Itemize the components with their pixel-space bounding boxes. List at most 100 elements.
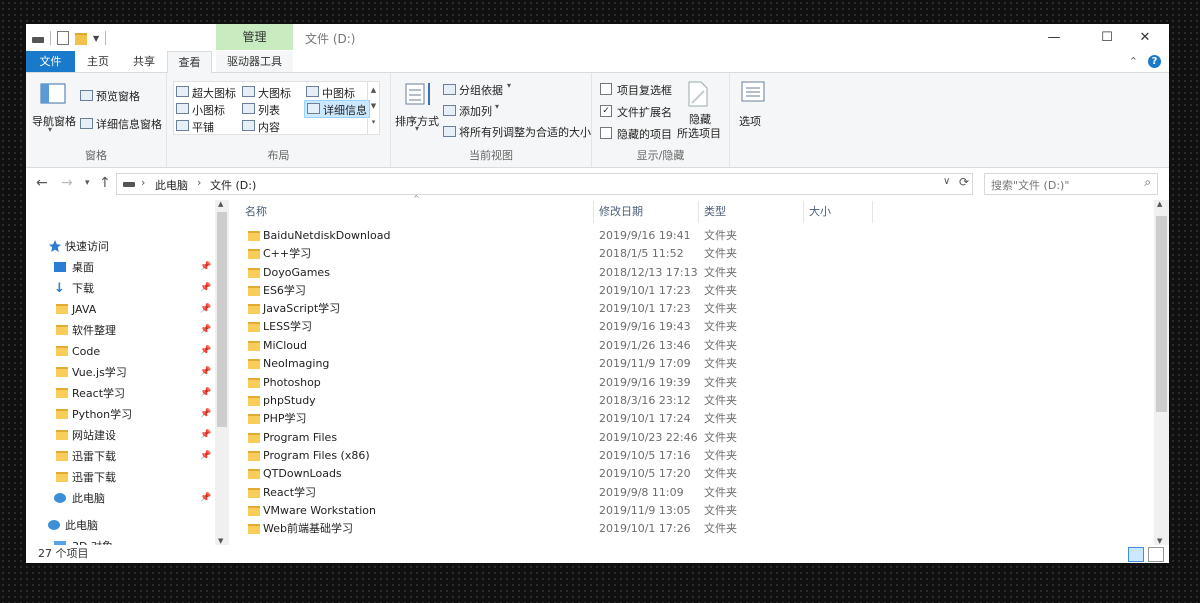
nav-item-xunlei-2[interactable]: 迅雷下载	[26, 467, 211, 488]
nav-item-downloads[interactable]: ↓ 下载 📌	[26, 278, 211, 299]
new-folder-icon[interactable]	[75, 33, 87, 45]
nav-quick-access[interactable]: 快速访问	[26, 236, 211, 257]
hidden-items-checkbox[interactable]	[600, 127, 612, 139]
file-row[interactable]: ES6学习 2019/10/1 17:23 文件夹	[238, 282, 954, 300]
nav-item-xunlei[interactable]: 迅雷下载 📌	[26, 446, 211, 467]
help-icon[interactable]: ?	[1148, 55, 1161, 68]
address-dropdown-icon[interactable]: ∨	[943, 176, 950, 187]
details-pane-button[interactable]: 详细信息窗格	[80, 115, 164, 131]
column-divider[interactable]	[872, 201, 873, 223]
column-divider[interactable]	[593, 201, 594, 223]
pin-icon[interactable]: 📌	[200, 383, 211, 404]
item-checkboxes-toggle[interactable]: 项目复选框	[600, 82, 682, 97]
nav-item-java[interactable]: JAVA 📌	[26, 299, 211, 320]
tab-drive-tools[interactable]: 驱动器工具	[216, 51, 293, 72]
file-list-scroll-thumb[interactable]	[1156, 216, 1167, 412]
fit-columns-button[interactable]: 将所有列调整为合适的大小	[443, 123, 591, 139]
large-icons-view-button[interactable]	[1148, 547, 1164, 562]
column-divider[interactable]	[803, 201, 804, 223]
group-by-button[interactable]: 分组依据 ▾	[443, 81, 533, 97]
nav-item-website[interactable]: 网站建设 📌	[26, 425, 211, 446]
column-type[interactable]: 类型	[704, 201, 726, 223]
file-row[interactable]: VMware Workstation 2019/11/9 13:05 文件夹	[238, 502, 954, 520]
nav-pane-scroll-thumb[interactable]	[217, 212, 227, 427]
hidden-items-toggle[interactable]: 隐藏的项目	[600, 126, 682, 141]
pin-icon[interactable]: 📌	[200, 404, 211, 425]
layout-gallery-scroll[interactable]: ▲ ▼ ▾	[367, 82, 379, 134]
collapse-ribbon-icon[interactable]: ⌃	[1129, 55, 1138, 68]
nav-pane-scrollbar[interactable]: ▲ ▼	[215, 200, 229, 545]
nav-item-software[interactable]: 软件整理 📌	[26, 320, 211, 341]
file-row[interactable]: DoyoGames 2018/12/13 17:13 文件夹	[238, 264, 954, 282]
file-row[interactable]: LESS学习 2019/9/16 19:43 文件夹	[238, 318, 954, 336]
file-row[interactable]: MiCloud 2019/1/26 13:46 文件夹	[238, 337, 954, 355]
pin-icon[interactable]: 📌	[200, 446, 211, 467]
pin-icon[interactable]: 📌	[200, 341, 211, 362]
address-bar[interactable]: › 此电脑 › 文件 (D:) ∨ ⟳	[116, 173, 973, 195]
nav-item-desktop[interactable]: 桌面 📌	[26, 257, 211, 278]
column-divider[interactable]	[698, 201, 699, 223]
column-size[interactable]: 大小	[809, 201, 831, 223]
minimize-button[interactable]: —	[1031, 24, 1077, 51]
tab-view[interactable]: 查看	[167, 51, 212, 73]
properties-icon[interactable]	[57, 31, 69, 45]
nav-item-vuejs[interactable]: Vue.js学习 📌	[26, 362, 211, 383]
file-row[interactable]: NeoImaging 2019/11/9 17:09 文件夹	[238, 355, 954, 373]
tab-file[interactable]: 文件	[26, 51, 75, 72]
file-row[interactable]: QTDownLoads 2019/10/5 17:20 文件夹	[238, 465, 954, 483]
scroll-up-icon[interactable]: ▲	[1157, 200, 1162, 208]
details-view-button[interactable]	[1128, 547, 1144, 562]
preview-pane-button[interactable]: 预览窗格	[80, 87, 160, 103]
up-button[interactable]: ↑	[99, 175, 111, 191]
layout-content[interactable]: 内容	[242, 117, 302, 134]
back-button[interactable]: ←	[36, 175, 48, 191]
layout-small-icons[interactable]: 小图标	[176, 100, 240, 117]
file-extensions-checkbox[interactable]: ✓	[600, 105, 612, 117]
file-row[interactable]: JavaScript学习 2019/10/1 17:23 文件夹	[238, 300, 954, 318]
nav-item-python[interactable]: Python学习 📌	[26, 404, 211, 425]
file-row[interactable]: PHP学习 2019/10/1 17:24 文件夹	[238, 410, 954, 428]
forward-button[interactable]: →	[61, 175, 73, 191]
hide-selected-button[interactable]: 隐藏 所选项目	[674, 79, 724, 141]
scroll-up-icon[interactable]: ▲	[218, 200, 223, 208]
pin-icon[interactable]: 📌	[200, 278, 211, 299]
nav-this-pc[interactable]: 此电脑	[26, 515, 211, 536]
layout-large-icons[interactable]: 大图标	[242, 83, 302, 100]
pin-icon[interactable]: 📌	[200, 320, 211, 341]
nav-item-code[interactable]: Code 📌	[26, 341, 211, 362]
scroll-down-icon[interactable]: ▼	[1157, 537, 1162, 545]
nav-3d-objects[interactable]: 3D 对象	[26, 536, 211, 545]
file-row[interactable]: phpStudy 2018/3/16 23:12 文件夹	[238, 392, 954, 410]
file-row[interactable]: Program Files (x86) 2019/10/5 17:16 文件夹	[238, 447, 954, 465]
pin-icon[interactable]: 📌	[200, 299, 211, 320]
refresh-icon[interactable]: ⟳	[959, 175, 969, 189]
file-row[interactable]: Photoshop 2019/9/16 19:39 文件夹	[238, 374, 954, 392]
customize-toolbar-icon[interactable]: ▼	[93, 34, 99, 43]
scroll-down-icon[interactable]: ▼	[218, 537, 223, 545]
close-button[interactable]: ✕	[1122, 24, 1168, 51]
file-row[interactable]: BaiduNetdiskDownload 2019/9/16 19:41 文件夹	[238, 227, 954, 245]
sort-by-button[interactable]: 排序方式 ▾	[395, 79, 443, 139]
breadcrumb-current[interactable]: 文件 (D:)	[210, 177, 256, 193]
file-list-scrollbar[interactable]: ▲ ▼	[1154, 200, 1169, 545]
options-button[interactable]: 选项	[734, 81, 774, 137]
file-row[interactable]: C++学习 2018/1/5 11:52 文件夹	[238, 245, 954, 263]
nav-item-react[interactable]: React学习 📌	[26, 383, 211, 404]
file-extensions-toggle[interactable]: ✓ 文件扩展名	[600, 104, 682, 119]
layout-list[interactable]: 列表	[242, 100, 302, 117]
file-row[interactable]: Web前端基础学习 2019/10/1 17:26 文件夹	[238, 520, 954, 538]
breadcrumb-this-pc[interactable]: 此电脑	[155, 177, 188, 193]
pin-icon[interactable]: 📌	[200, 488, 211, 509]
search-input[interactable]: 搜索"文件 (D:)" ⌕	[984, 173, 1158, 195]
layout-details[interactable]: 详细信息	[304, 100, 370, 118]
file-row[interactable]: Program Files 2019/10/23 22:46 文件夹	[238, 429, 954, 447]
nav-pane-button[interactable]: 导航窗格 ▾	[32, 81, 76, 141]
column-name[interactable]: 名称	[245, 201, 267, 223]
file-row[interactable]: React学习 2019/9/8 11:09 文件夹	[238, 484, 954, 502]
add-columns-button[interactable]: 添加列 ▾	[443, 102, 533, 118]
pin-icon[interactable]: 📌	[200, 362, 211, 383]
tab-share[interactable]: 共享	[124, 51, 164, 72]
layout-tiles[interactable]: 平铺	[176, 117, 240, 134]
recent-locations-button[interactable]: ▾	[85, 178, 90, 188]
layout-extra-large-icons[interactable]: 超大图标	[176, 83, 240, 100]
